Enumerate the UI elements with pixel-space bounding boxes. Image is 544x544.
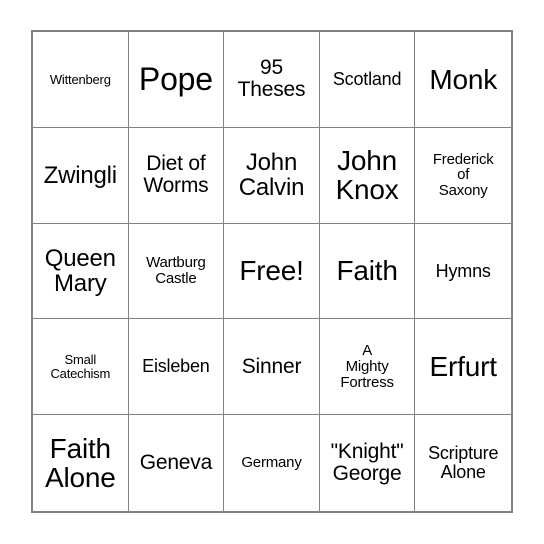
bingo-cell[interactable]: John Knox	[319, 127, 416, 224]
bingo-cell[interactable]: Small Catechism	[33, 319, 129, 416]
bingo-cell[interactable]: Wartburg Castle	[128, 223, 225, 320]
bingo-cell-label: "Knight" George	[330, 440, 404, 486]
bingo-cell[interactable]: Pope	[128, 32, 225, 128]
bingo-cell[interactable]: Queen Mary	[33, 223, 129, 320]
bingo-cell[interactable]: Germany	[224, 415, 320, 511]
bingo-cell-label: Scotland	[332, 68, 402, 89]
bingo-cell-label: Wittenberg	[49, 71, 111, 87]
bingo-cell[interactable]: A Mighty Fortress	[319, 319, 416, 416]
bingo-cell-label: Pope	[138, 60, 213, 97]
bingo-cell[interactable]: Scotland	[319, 32, 416, 128]
bingo-cell-label: Frederick of Saxony	[432, 150, 494, 200]
bingo-cell[interactable]: Zwingli	[33, 127, 129, 224]
bingo-cell-label: Monk	[429, 63, 498, 95]
bingo-card: Wittenberg Pope 95 Theses Scotland Monk Zwing…	[31, 30, 513, 513]
bingo-cell[interactable]: Sinner	[224, 319, 320, 416]
bingo-cell-label: Eisleben	[142, 356, 210, 377]
bingo-cell-label: 95 Theses	[237, 56, 306, 102]
bingo-cell[interactable]: Monk	[415, 32, 511, 128]
bingo-cell[interactable]: Wittenberg	[33, 32, 129, 128]
bingo-cell[interactable]: Scripture Alone	[415, 415, 511, 511]
bingo-cell[interactable]: Geneva	[128, 415, 225, 511]
bingo-cell[interactable]: Faith	[319, 223, 416, 320]
bingo-cell[interactable]: Frederick of Saxony	[415, 127, 511, 224]
bingo-cell-label: Erfurt	[429, 351, 497, 383]
bingo-cell-label: Hymns	[435, 260, 491, 281]
bingo-cell-label: Faith	[336, 255, 398, 287]
bingo-cell[interactable]: John Calvin	[224, 127, 320, 224]
bingo-cell[interactable]: 95 Theses	[224, 32, 320, 128]
bingo-cell-label: Sinner	[241, 354, 302, 378]
bingo-cell[interactable]: Hymns	[415, 223, 511, 320]
bingo-cell[interactable]: Diet of Worms	[128, 127, 225, 224]
bingo-cell-label: Zwingli	[43, 161, 117, 189]
bingo-cell-label: Scripture Alone	[428, 443, 499, 483]
bingo-cell[interactable]: "Knight" George	[319, 415, 416, 511]
bingo-cell-label: Small Catechism	[50, 352, 111, 381]
bingo-cell-label: A Mighty Fortress	[340, 342, 394, 391]
bingo-cell[interactable]: Eisleben	[128, 319, 225, 416]
bingo-cell-label: John Calvin	[238, 149, 305, 202]
bingo-free-space-cell[interactable]: Free!	[224, 223, 320, 320]
bingo-cell-label: Geneva	[139, 451, 213, 475]
bingo-cell-label: Diet of Worms	[143, 152, 209, 198]
bingo-cell-label: Queen Mary	[44, 244, 116, 297]
bingo-cell-label: Wartburg Castle	[146, 254, 206, 287]
bingo-cell-label: Faith Alone	[44, 432, 116, 494]
bingo-cell-label: John Knox	[335, 144, 399, 206]
bingo-cell-label: Free!	[239, 255, 304, 287]
bingo-cell[interactable]: Erfurt	[415, 319, 511, 416]
bingo-cell[interactable]: Faith Alone	[33, 415, 129, 511]
bingo-cell-label: Germany	[241, 454, 302, 472]
